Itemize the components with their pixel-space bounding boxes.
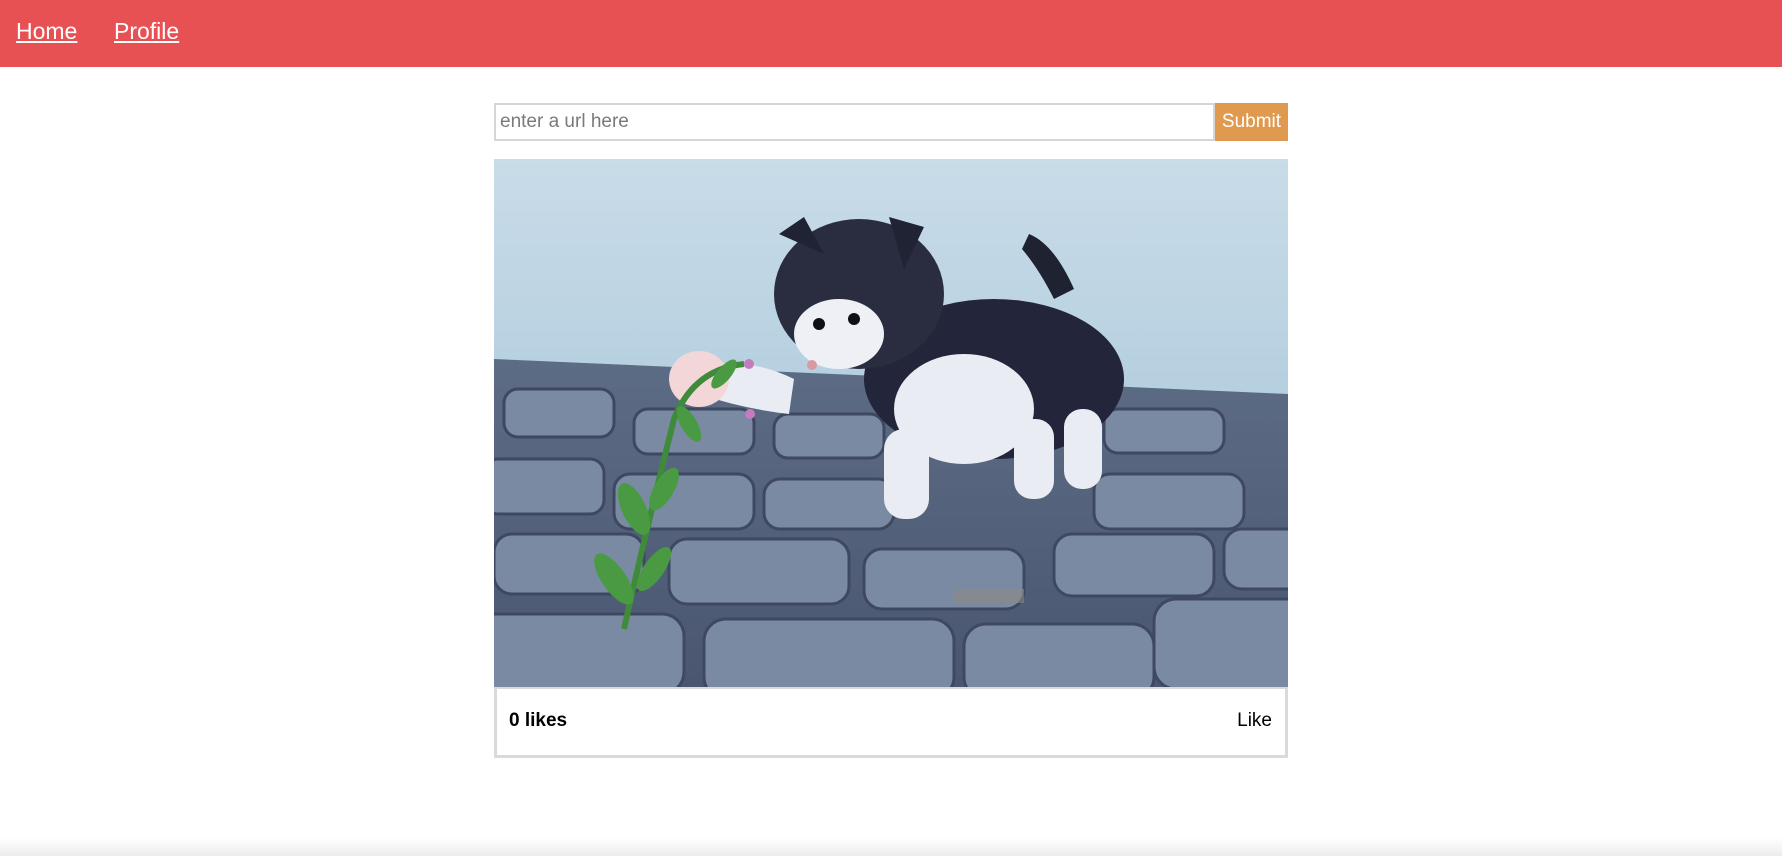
likes-count: 0 likes xyxy=(509,710,568,731)
kitten-photo-illustration xyxy=(494,159,1288,687)
post-footer: 0 likes Like xyxy=(494,687,1288,758)
nav-home-link[interactable]: Home xyxy=(16,18,77,45)
bottom-shadow-divider xyxy=(0,838,1782,856)
nav-profile-link[interactable]: Profile xyxy=(114,18,179,45)
top-navbar: Home Profile xyxy=(0,0,1782,67)
post-card: 0 likes Like xyxy=(494,159,1288,758)
like-button[interactable]: Like xyxy=(1237,710,1272,732)
kitten-photo xyxy=(494,159,1288,687)
url-submit-form: Submit xyxy=(494,103,1288,141)
submit-button[interactable]: Submit xyxy=(1215,103,1288,141)
url-input[interactable] xyxy=(494,103,1215,141)
